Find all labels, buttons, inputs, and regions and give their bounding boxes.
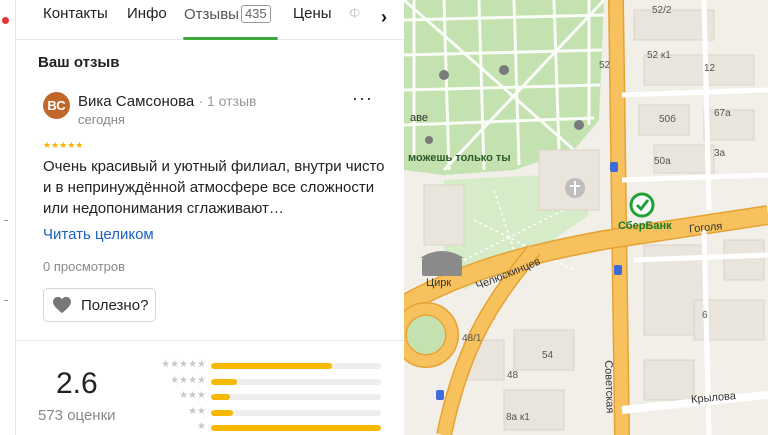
house-number: 12	[704, 63, 716, 74]
divider	[16, 340, 404, 341]
house-number: 52/2	[652, 5, 672, 16]
distribution-bar-fill	[211, 363, 332, 369]
rating-distribution-row: ★★★	[138, 390, 388, 404]
house-number: 3а	[714, 148, 726, 159]
rail-divider	[4, 300, 8, 301]
tab-bar: Контакты Инфо Отзывы435 Цены Ф ›	[16, 0, 404, 40]
distribution-bar-fill	[211, 409, 234, 416]
house-number: 50б	[659, 114, 676, 125]
rating-distribution-row: ★★★★★	[138, 359, 388, 373]
map-label-circus[interactable]: Цирк	[426, 277, 451, 289]
distribution-bar	[211, 425, 381, 431]
house-number: 6	[702, 310, 708, 321]
tab-prices[interactable]: Цены	[293, 5, 332, 22]
map-label-ave: аве	[410, 112, 428, 124]
views-count: 0 просмотров	[43, 259, 126, 274]
house-number: 50а	[654, 156, 671, 167]
distribution-bar-fill	[211, 394, 230, 400]
distribution-bar-fill	[211, 425, 381, 431]
distribution-stars: ★★★★	[170, 374, 206, 386]
map[interactable]: аве можешь только ты Цирк СберБанк Гогол…	[404, 0, 768, 435]
rating-count: 573 оценки	[38, 407, 116, 424]
distribution-bar	[211, 378, 381, 385]
star-icon: ★	[51, 140, 60, 150]
star-icon: ★	[43, 140, 52, 150]
useful-label: Полезно?	[81, 297, 149, 314]
useful-button[interactable]: Полезно?	[43, 288, 156, 322]
active-tab-underline	[183, 37, 278, 40]
author-name[interactable]: Вика Самсонова	[78, 93, 194, 110]
left-rail	[0, 0, 16, 435]
review-date: сегодня	[78, 112, 125, 127]
rating-distribution-row: ★★★★	[138, 375, 388, 389]
organization-panel: Контакты Инфо Отзывы435 Цены Ф › Ваш отз…	[16, 0, 404, 435]
rating-score: 2.6	[56, 367, 98, 400]
distribution-bar	[211, 409, 381, 416]
distribution-stars: ★★	[188, 405, 206, 417]
tab-reviews[interactable]: Отзывы 435	[184, 5, 271, 23]
house-number: 48	[507, 370, 519, 381]
house-number: 52	[599, 60, 611, 71]
section-title: Ваш отзыв	[38, 54, 120, 71]
distribution-stars: ★★★★★	[161, 359, 206, 370]
read-more-link[interactable]: Читать целиком	[43, 226, 154, 243]
notification-dot	[2, 17, 9, 24]
distribution-bar	[211, 394, 381, 400]
chevron-right-icon[interactable]: ›	[372, 5, 396, 29]
review-text: Очень красивый и уютный филиал, внутри ч…	[43, 158, 385, 217]
tab-contacts[interactable]: Контакты	[43, 5, 108, 22]
reviews-count-badge: 435	[240, 5, 271, 23]
rating-distribution-row: ★★	[138, 406, 388, 420]
avatar[interactable]: ВС	[43, 92, 70, 119]
distribution-stars: ★★★	[179, 390, 206, 401]
tab-info[interactable]: Инфо	[127, 5, 167, 22]
star-icon: ★	[75, 140, 84, 150]
more-options-icon[interactable]: ···	[352, 89, 376, 110]
house-number: 67а	[714, 108, 731, 119]
distribution-bar-fill	[211, 378, 237, 385]
author-reviews-count: · 1 отзыв	[198, 93, 257, 109]
tab-fade	[346, 0, 372, 38]
house-number: 54	[542, 350, 554, 361]
house-number: 8а к1	[506, 412, 530, 423]
map-label-mozhesh: можешь только ты	[408, 152, 511, 164]
distribution-stars: ★	[197, 421, 206, 432]
heart-icon	[53, 296, 71, 314]
review-author: Вика Самсонова · 1 отзыв	[78, 93, 256, 110]
review-stars: ★★★★★	[43, 140, 83, 151]
rail-divider	[4, 220, 8, 221]
tab-reviews-label: Отзывы	[184, 6, 239, 23]
map-label-sberbank[interactable]: СберБанк	[618, 220, 672, 232]
map-label-sovetskaya: Советская	[602, 360, 616, 414]
distribution-bar	[211, 363, 381, 369]
rating-distribution-row: ★	[138, 421, 388, 435]
house-number: 52 к1	[647, 50, 671, 61]
house-number: 48/1	[462, 333, 482, 344]
